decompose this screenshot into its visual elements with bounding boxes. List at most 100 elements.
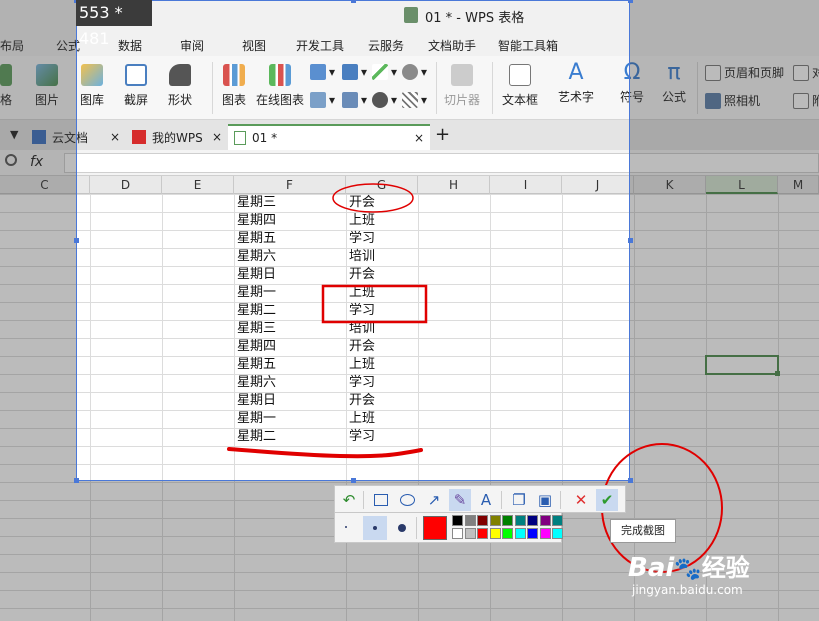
cell-day[interactable]: 星期四 bbox=[237, 212, 276, 230]
tab-review[interactable]: 审阅 bbox=[180, 37, 204, 54]
color-swatch[interactable] bbox=[477, 515, 488, 526]
cell-day[interactable]: 星期日 bbox=[237, 392, 276, 410]
column-header-c[interactable]: C bbox=[0, 176, 90, 194]
tab-formula[interactable]: 公式 bbox=[56, 37, 80, 54]
tab-view[interactable]: 视图 bbox=[242, 37, 266, 54]
formula-button[interactable]: π 公式 bbox=[662, 60, 686, 105]
column-header-j[interactable]: J bbox=[562, 176, 634, 194]
cell-day[interactable]: 星期一 bbox=[237, 284, 276, 302]
tab-smart-toolbox[interactable]: 智能工具箱 bbox=[498, 37, 558, 54]
color-swatch[interactable] bbox=[464, 515, 476, 526]
rectangle-tool-icon[interactable] bbox=[370, 489, 392, 511]
cell-task[interactable]: 上班 bbox=[349, 410, 375, 428]
save-icon[interactable]: ▣ bbox=[534, 489, 556, 511]
tab-layout[interactable]: 布局 bbox=[0, 37, 24, 54]
close-icon[interactable]: × bbox=[110, 130, 120, 144]
cell-task[interactable]: 学习 bbox=[349, 230, 375, 248]
cell-day[interactable]: 星期三 bbox=[237, 194, 276, 212]
area-chart-dropdown[interactable]: ▾ bbox=[310, 92, 335, 108]
search-icon[interactable] bbox=[5, 154, 17, 166]
object-button[interactable]: 对 bbox=[793, 64, 819, 81]
cell-task[interactable]: 开会 bbox=[349, 392, 375, 410]
active-cell[interactable] bbox=[705, 355, 779, 375]
color-swatch[interactable] bbox=[527, 528, 538, 539]
arrow-tool-icon[interactable]: ↗ bbox=[423, 489, 445, 511]
tab-developer[interactable]: 开发工具 bbox=[296, 37, 344, 54]
resize-handle[interactable] bbox=[628, 478, 633, 483]
cell-day[interactable]: 星期二 bbox=[237, 302, 276, 320]
color-swatch[interactable] bbox=[477, 528, 488, 539]
copy-icon[interactable]: ❐ bbox=[508, 489, 530, 511]
resize-handle[interactable] bbox=[351, 478, 356, 483]
formula-input[interactable] bbox=[64, 153, 819, 173]
header-footer-button[interactable]: 页眉和页脚 bbox=[705, 64, 784, 81]
column-header-d[interactable]: D bbox=[90, 176, 162, 194]
cell-task[interactable]: 上班 bbox=[349, 284, 375, 302]
cell-day[interactable]: 星期四 bbox=[237, 338, 276, 356]
column-header-h[interactable]: H bbox=[418, 176, 490, 194]
cell-task[interactable]: 学习 bbox=[349, 302, 375, 320]
new-tab-button[interactable]: + bbox=[435, 124, 450, 145]
cell-task[interactable]: 开会 bbox=[349, 194, 375, 212]
close-icon[interactable]: × bbox=[414, 131, 424, 145]
column-header-m[interactable]: M bbox=[778, 176, 819, 194]
fx-button[interactable]: fx bbox=[30, 154, 43, 170]
cell-task[interactable]: 学习 bbox=[349, 374, 375, 392]
chart-button[interactable]: 图表 bbox=[222, 64, 246, 108]
symbol-button[interactable]: Ω 符号 bbox=[620, 60, 644, 105]
cell-day[interactable]: 星期三 bbox=[237, 320, 276, 338]
scatter-chart-dropdown[interactable]: ▾ bbox=[402, 92, 427, 108]
tab-data[interactable]: 数据 bbox=[118, 37, 142, 54]
slicer-button[interactable]: 切片器 bbox=[444, 64, 480, 108]
color-swatch[interactable] bbox=[502, 528, 513, 539]
color-swatch[interactable] bbox=[539, 515, 551, 526]
text-tool-icon[interactable]: A bbox=[475, 489, 497, 511]
color-swatch[interactable] bbox=[452, 515, 463, 526]
screenshot-button[interactable]: 截屏 bbox=[124, 64, 148, 108]
wordart-button[interactable]: A 艺术字 bbox=[558, 60, 594, 105]
color-swatch[interactable] bbox=[489, 515, 501, 526]
color-swatch[interactable] bbox=[514, 515, 526, 526]
cell-task[interactable]: 上班 bbox=[349, 212, 375, 230]
column-chart-dropdown[interactable]: ▾ bbox=[310, 64, 335, 80]
fill-handle[interactable] bbox=[775, 371, 780, 376]
cell-task[interactable]: 上班 bbox=[349, 356, 375, 374]
ellipse-tool-icon[interactable] bbox=[396, 489, 418, 511]
resize-handle[interactable] bbox=[351, 0, 356, 3]
picture-button[interactable]: 图片 bbox=[35, 64, 59, 108]
attachment-button[interactable]: 附 bbox=[793, 92, 819, 109]
close-icon[interactable]: × bbox=[212, 130, 222, 144]
radar-chart-dropdown[interactable]: ▾ bbox=[402, 64, 427, 80]
brush-tool-icon[interactable]: ✎ bbox=[449, 489, 471, 511]
resize-handle[interactable] bbox=[628, 238, 633, 243]
table-button[interactable]: 格 bbox=[0, 64, 12, 108]
finish-capture-button[interactable]: ✔ bbox=[596, 489, 618, 511]
cancel-capture-button[interactable]: ✕ bbox=[570, 489, 592, 511]
bar-chart-dropdown[interactable]: ▾ bbox=[342, 64, 367, 80]
textbox-button[interactable]: 文本框 bbox=[502, 64, 538, 108]
camera-button[interactable]: 照相机 bbox=[705, 92, 760, 109]
brush-size-medium[interactable] bbox=[363, 516, 387, 540]
column-header-k[interactable]: K bbox=[634, 176, 706, 194]
color-swatch[interactable] bbox=[502, 515, 513, 526]
cell-task[interactable]: 学习 bbox=[349, 428, 375, 446]
column-header-l[interactable]: L bbox=[706, 176, 778, 194]
column-header-i[interactable]: I bbox=[490, 176, 562, 194]
resize-handle[interactable] bbox=[628, 0, 633, 3]
color-swatch[interactable] bbox=[514, 528, 526, 539]
cell-task[interactable]: 开会 bbox=[349, 338, 375, 356]
resize-handle[interactable] bbox=[74, 478, 79, 483]
gallery-button[interactable]: 图库 bbox=[80, 64, 104, 108]
cell-day[interactable]: 星期五 bbox=[237, 230, 276, 248]
shape-button[interactable]: 形状 bbox=[168, 64, 192, 108]
cell-day[interactable]: 星期日 bbox=[237, 266, 276, 284]
brush-size-large[interactable] bbox=[398, 524, 406, 532]
online-chart-button[interactable]: 在线图表 bbox=[256, 64, 304, 108]
tab-file-01[interactable]: 01 * × bbox=[228, 124, 430, 150]
color-swatch[interactable] bbox=[452, 528, 463, 539]
color-swatch[interactable] bbox=[489, 528, 501, 539]
column-header-f[interactable]: F bbox=[234, 176, 346, 194]
cell-task[interactable]: 培训 bbox=[349, 248, 375, 266]
cell-day[interactable]: 星期六 bbox=[237, 374, 276, 392]
pie-chart-dropdown[interactable]: ▾ bbox=[372, 92, 397, 108]
